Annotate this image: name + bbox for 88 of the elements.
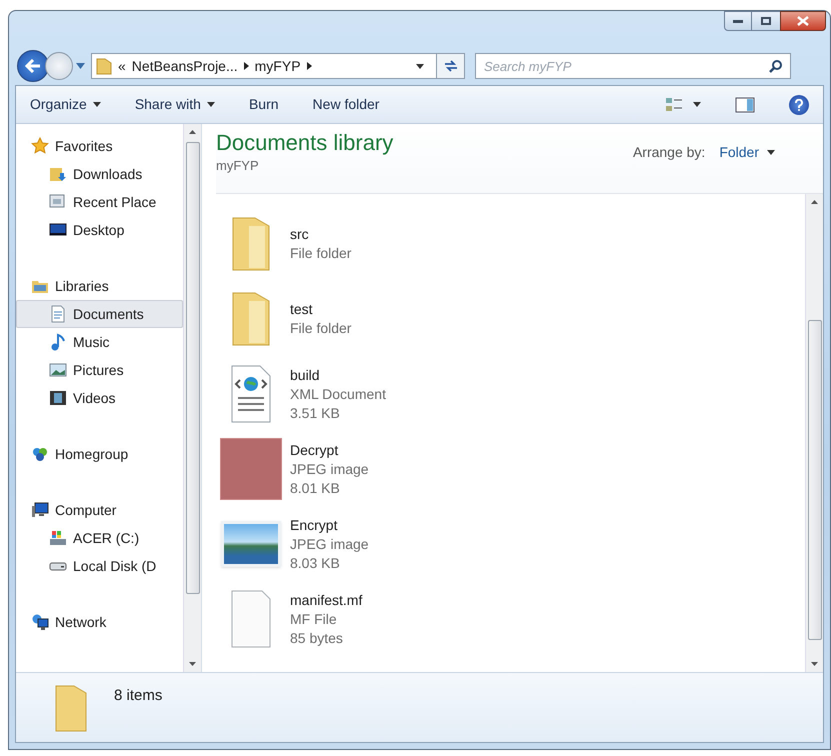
search-field[interactable]: Search myFYP	[475, 53, 791, 79]
nav-item[interactable]: Music	[16, 328, 183, 356]
file-name[interactable]: src	[290, 225, 352, 244]
back-arrow-icon	[25, 59, 41, 73]
arrange-label: Arrange by:	[632, 143, 706, 162]
file-name[interactable]: manifest.mf	[290, 590, 362, 610]
computer-icon	[31, 501, 49, 519]
nav-item[interactable]: Recent Place	[16, 188, 183, 216]
caret-icon	[767, 150, 775, 155]
item-count: 8 items	[114, 686, 162, 706]
caret-icon	[693, 102, 701, 107]
pane-icon	[735, 96, 755, 112]
file-type: File folder	[290, 319, 352, 338]
close-button[interactable]	[780, 11, 826, 31]
nav-item[interactable]: Favorites	[16, 132, 183, 160]
maximize-button[interactable]	[752, 11, 780, 31]
forward-button[interactable]	[45, 52, 73, 80]
scroll-down-arrow-icon[interactable]	[811, 662, 818, 666]
scrollbar-thumb[interactable]	[808, 320, 822, 640]
nav-item[interactable]: Libraries	[16, 272, 183, 300]
arrange-dropdown[interactable]: Folder	[719, 142, 775, 163]
picture-icon	[49, 361, 67, 379]
scrollbar-thumb[interactable]	[186, 142, 200, 594]
refresh-button[interactable]	[436, 54, 464, 78]
search-icon	[769, 59, 783, 73]
nav-item[interactable]: Pictures	[16, 356, 183, 384]
music-note-icon	[49, 333, 67, 351]
preview-pane-button[interactable]	[735, 96, 755, 112]
nav-item[interactable]: Local Disk (D	[16, 552, 183, 580]
nav-item[interactable]: Downloads	[16, 160, 183, 188]
film-icon	[49, 389, 67, 407]
file-name[interactable]: build	[290, 366, 386, 384]
file-name[interactable]: test	[290, 300, 352, 319]
file-size: 3.51 KB	[290, 404, 341, 422]
close-icon	[797, 16, 809, 26]
library-subtitle: myFYP	[216, 157, 260, 175]
breadcrumb[interactable]: «	[118, 56, 126, 76]
minimize-button[interactable]	[724, 11, 752, 31]
help-button[interactable]	[789, 94, 809, 114]
homegroup-icon	[31, 445, 49, 463]
disk-drive-icon	[49, 562, 67, 570]
folder-download-icon	[49, 165, 67, 183]
library-title: Documents library	[216, 130, 394, 156]
file-size: 85 bytes	[290, 628, 344, 648]
network-icon	[31, 613, 49, 631]
question-mark-icon	[795, 98, 803, 110]
file-name[interactable]: Decrypt	[290, 440, 369, 460]
scrollbar[interactable]	[805, 194, 823, 672]
recent-pages-icon[interactable]	[76, 63, 85, 69]
address-bar[interactable]: « NetBeansProje... myFYP	[91, 53, 465, 79]
view-options-button[interactable]	[665, 96, 701, 112]
nav-item[interactable]: Computer	[16, 496, 183, 524]
toolbar-button[interactable]: Organize	[30, 94, 101, 115]
scroll-up-arrow-icon[interactable]	[811, 200, 818, 204]
breadcrumb[interactable]: NetBeansProje...	[132, 56, 238, 76]
file-name[interactable]: Encrypt	[290, 516, 369, 534]
file-type: XML Document	[290, 384, 386, 404]
document-icon	[49, 305, 67, 323]
toolbar-button[interactable]: New folder	[312, 94, 380, 115]
photo-placeholder	[220, 438, 282, 500]
folder-icon	[96, 57, 112, 75]
photo-placeholder	[221, 521, 281, 567]
star-icon	[31, 137, 49, 155]
nav-item[interactable]: Homegroup	[16, 440, 183, 468]
file-size: 8.03 KB	[290, 554, 341, 572]
file-type: JPEG image	[290, 534, 369, 554]
chevron-icon	[306, 62, 312, 70]
scroll-down-arrow-icon[interactable]	[189, 662, 196, 666]
refresh-arrows-icon	[444, 60, 458, 72]
nav-item[interactable]: Videos	[16, 384, 183, 412]
chevron-icon	[244, 62, 249, 70]
system-drive-icon	[49, 529, 67, 547]
file-type: File folder	[290, 244, 352, 263]
toolbar-button[interactable]: Burn	[248, 94, 279, 115]
nav-item[interactable]: Desktop	[16, 216, 183, 244]
nav-item[interactable]: Network	[16, 608, 183, 636]
scrollbar[interactable]	[183, 124, 201, 672]
breadcrumb[interactable]: myFYP	[254, 56, 301, 76]
nav-item[interactable]: ACER (C:)	[16, 524, 183, 552]
back-button[interactable]	[17, 50, 49, 82]
file-type: JPEG image	[290, 460, 369, 478]
scroll-up-arrow-icon[interactable]	[189, 130, 196, 134]
view-list-icon	[665, 96, 683, 112]
toolbar-button[interactable]: Share with	[134, 94, 215, 115]
caret-icon	[416, 64, 424, 68]
file-size: 8.01 KB	[290, 478, 341, 498]
file-type: MF File	[290, 610, 338, 628]
nav-item[interactable]: Documents	[16, 300, 183, 328]
